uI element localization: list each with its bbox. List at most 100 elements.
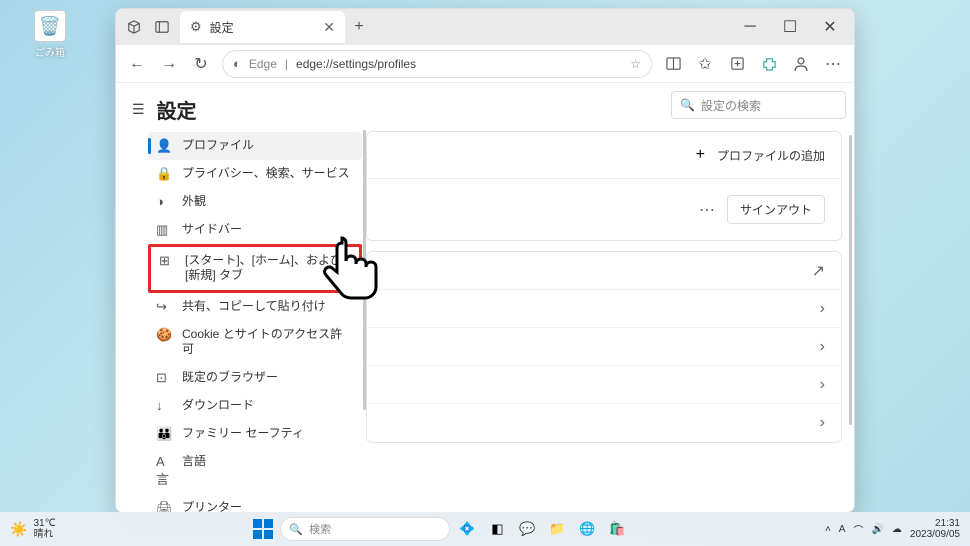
back-button[interactable]: ← <box>122 49 152 79</box>
close-icon[interactable]: ✕ <box>323 19 335 36</box>
sidebar-item-label: ファミリー セーフティ <box>182 426 304 442</box>
address-bar[interactable]: ◐ Edge | edge://settings/profiles ☆ <box>222 50 652 78</box>
ime-icon[interactable]: A <box>839 524 846 535</box>
tab-actions-icon[interactable] <box>120 13 148 41</box>
plus-icon: + <box>696 146 705 164</box>
recycle-bin-icon: 🗑️ <box>34 10 66 42</box>
list-row[interactable]: › <box>367 290 841 328</box>
chevron-right-icon: › <box>820 300 825 318</box>
sidebar-item-lang[interactable]: A言言語 <box>148 448 362 494</box>
copilot-icon[interactable]: 💠 <box>454 516 480 542</box>
explorer-icon[interactable]: 📁 <box>544 516 570 542</box>
list-row[interactable]: › <box>367 328 841 366</box>
menu-icon[interactable]: ⋯ <box>818 49 848 79</box>
sidebar-item-tab[interactable]: ⊞ [スタート]、[ホーム]、および [新規] タブ <box>148 244 362 293</box>
refresh-button[interactable]: ↻ <box>186 49 216 79</box>
tray-chevron-icon[interactable]: ˄ <box>825 524 831 535</box>
taskbar-search[interactable]: 🔍 検索 <box>280 517 450 541</box>
family-icon: 👪 <box>156 426 172 442</box>
sidebar-item-label: 外観 <box>182 194 206 210</box>
page-title: 設定 <box>157 95 197 124</box>
add-profile-button[interactable]: プロファイルの追加 <box>717 147 825 164</box>
user-icon: 👤 <box>156 138 172 154</box>
edge-icon: ◐ <box>233 56 241 71</box>
close-window-button[interactable]: ✕ <box>810 11 850 43</box>
more-icon[interactable]: ⋯ <box>699 200 717 220</box>
task-view-icon[interactable]: ◧ <box>484 516 510 542</box>
search-icon: 🔍 <box>680 98 695 112</box>
split-screen-icon[interactable] <box>658 49 688 79</box>
settings-list: ↗ › › › › <box>366 251 842 443</box>
download-icon: ↓ <box>156 398 172 413</box>
cookie-icon: 🍪 <box>156 327 172 343</box>
clock[interactable]: 21:31 2023/09/05 <box>910 518 960 540</box>
forward-button[interactable]: → <box>154 49 184 79</box>
sidebar-item-label: Cookie とサイトのアクセス許可 <box>182 327 354 358</box>
sidebar-item-label: 共有、コピーして貼り付け <box>182 299 326 315</box>
browser-icon: ⊡ <box>156 370 172 386</box>
list-row[interactable]: › <box>367 404 841 442</box>
chevron-right-icon: › <box>820 338 825 356</box>
search-icon: 🔍 <box>289 523 303 536</box>
new-tab-button[interactable]: + <box>345 13 373 41</box>
temperature: 31℃ <box>33 518 55 529</box>
sidebar-item-sidebar[interactable]: ▥サイドバー <box>148 216 362 244</box>
browser-window: ⚙ 設定 ✕ + ─ ☐ ✕ ← → ↻ ◐ Edge | edge://set… <box>115 8 855 513</box>
desktop-recycle-bin[interactable]: 🗑️ ごみ箱 <box>25 10 75 59</box>
url-scheme: Edge <box>249 57 277 71</box>
sidebar-item-browser[interactable]: ⊡ 既定のブラウザー <box>148 364 362 392</box>
minimize-button[interactable]: ─ <box>730 11 770 43</box>
start-button[interactable] <box>250 516 276 542</box>
sun-icon: ☀️ <box>10 521 27 538</box>
weather-label: 晴れ <box>33 529 55 540</box>
signout-button[interactable]: サインアウト <box>727 195 825 224</box>
hamburger-icon[interactable]: ☰ <box>132 101 145 118</box>
printer-icon: 🖨 <box>156 500 172 512</box>
time-text: 21:31 <box>910 518 960 529</box>
search-placeholder: 設定の検索 <box>701 97 761 114</box>
sidebar-item-cookie[interactable]: 🍪 Cookie とサイトのアクセス許可 <box>148 321 362 364</box>
gear-icon: ⚙ <box>190 19 202 35</box>
date-text: 2023/09/05 <box>910 529 960 540</box>
chevron-right-icon: › <box>820 376 825 394</box>
profile-card: + プロファイルの追加 ⋯ サインアウト <box>366 131 842 241</box>
wifi-icon[interactable]: ⌒ <box>853 522 863 537</box>
store-icon[interactable]: 🛍️ <box>604 516 630 542</box>
vertical-tabs-icon[interactable] <box>148 13 176 41</box>
appearance-icon: ◑ <box>156 194 172 209</box>
sidebar-item-label: プロファイル <box>182 138 254 154</box>
volume-icon[interactable]: 🔊 <box>871 524 883 535</box>
edge-taskbar-icon[interactable]: 🌐 <box>574 516 600 542</box>
sidebar-item-family[interactable]: 👪 ファミリー セーフティ <box>148 420 362 448</box>
sidebar-item-label: 既定のブラウザー <box>182 370 278 386</box>
weather-widget[interactable]: ☀️ 31℃ 晴れ <box>10 518 56 540</box>
sidebar-item-label: プリンター <box>182 500 242 512</box>
content-scrollbar[interactable] <box>849 135 852 425</box>
extensions-icon[interactable] <box>754 49 784 79</box>
favorites-icon[interactable]: ✩ <box>690 49 720 79</box>
share-icon: ↪ <box>156 299 172 315</box>
lang-icon: A言 <box>156 454 172 488</box>
sidebar-item-download[interactable]: ↓ ダウンロード <box>148 392 362 420</box>
list-row[interactable]: ↗ <box>367 252 841 290</box>
maximize-button[interactable]: ☐ <box>770 11 810 43</box>
settings-search-input[interactable]: 🔍 設定の検索 <box>671 91 846 119</box>
sidebar-item-user[interactable]: 👤 プロファイル <box>148 132 362 160</box>
sidebar-item-printer[interactable]: 🖨 プリンター <box>148 494 362 512</box>
sidebar-item-share[interactable]: ↪ 共有、コピーして貼り付け <box>148 293 362 321</box>
sidebar-item-lock[interactable]: 🔒プライバシー、検索、サービス <box>148 160 362 188</box>
sidebar-item-label: ダウンロード <box>182 398 254 414</box>
collections-icon[interactable] <box>722 49 752 79</box>
browser-tab[interactable]: ⚙ 設定 ✕ <box>180 11 345 43</box>
tab-icon: ⊞ <box>159 253 175 269</box>
cloud-icon[interactable]: ☁ <box>892 524 902 535</box>
profile-icon[interactable] <box>786 49 816 79</box>
sidebar-item-label: [スタート]、[ホーム]、および [新規] タブ <box>185 253 351 284</box>
sidebar-item-appearance[interactable]: ◑ 外観 <box>148 188 362 216</box>
taskbar-search-placeholder: 検索 <box>309 521 331 537</box>
addressbar-row: ← → ↻ ◐ Edge | edge://settings/profiles … <box>116 45 854 83</box>
list-row[interactable]: › <box>367 366 841 404</box>
favorite-icon[interactable]: ☆ <box>630 57 641 71</box>
chat-icon[interactable]: 💬 <box>514 516 540 542</box>
sidebar-item-label: サイドバー <box>182 222 242 238</box>
